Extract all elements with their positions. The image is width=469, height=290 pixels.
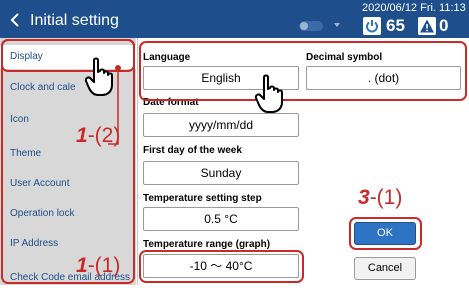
hand-pointer-icon: [254, 74, 283, 113]
annotation-overlay: [84, 57, 283, 145]
hand-pointer-icon: [84, 57, 113, 96]
